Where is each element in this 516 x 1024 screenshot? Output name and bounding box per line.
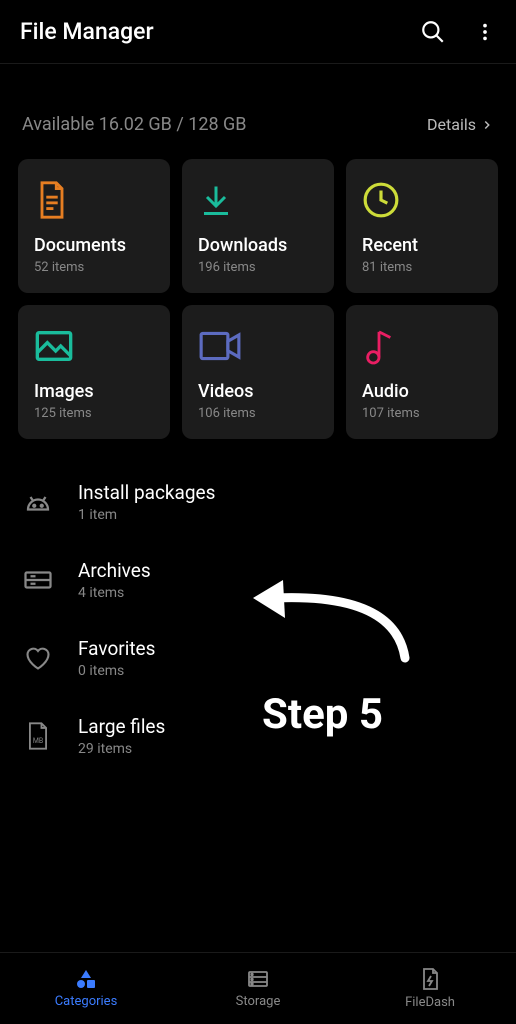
nav-label: Categories (55, 994, 118, 1009)
audio-icon (362, 325, 482, 367)
list-item-install-packages[interactable]: Install packages 1 item (0, 463, 516, 541)
list-item-subtitle: 29 items (78, 741, 165, 757)
video-icon (198, 325, 318, 367)
list-item-subtitle: 4 items (78, 585, 151, 601)
list-item-title: Install packages (78, 481, 215, 504)
header-actions (420, 19, 496, 45)
image-icon (34, 325, 154, 367)
list-item-title: Large files (78, 715, 165, 738)
nav-tab-categories[interactable]: Categories (0, 968, 172, 1009)
download-icon (198, 179, 318, 221)
filedash-icon (419, 967, 441, 991)
details-label: Details (427, 115, 476, 134)
list-item-title: Archives (78, 559, 151, 582)
search-icon (420, 19, 446, 45)
card-title: Videos (198, 381, 318, 402)
category-card-images[interactable]: Images 125 items (18, 305, 170, 439)
bottom-navigation: Categories Storage FileDash (0, 952, 516, 1024)
category-grid: Documents 52 items Downloads 196 items R… (0, 159, 516, 439)
card-subtitle: 196 items (198, 260, 318, 275)
list-item-favorites[interactable]: Favorites 0 items (0, 619, 516, 697)
file-mb-icon: MB (22, 721, 54, 751)
categories-icon (74, 968, 98, 990)
more-vertical-icon (474, 21, 496, 43)
card-title: Documents (34, 235, 154, 256)
more-button[interactable] (474, 21, 496, 43)
card-subtitle: 52 items (34, 260, 154, 275)
archive-icon (22, 569, 54, 591)
search-button[interactable] (420, 19, 446, 45)
category-card-audio[interactable]: Audio 107 items (346, 305, 498, 439)
list-item-large-files[interactable]: MB Large files 29 items (0, 697, 516, 775)
card-subtitle: 125 items (34, 406, 154, 421)
card-title: Downloads (198, 235, 318, 256)
storage-available-text: Available 16.02 GB / 128 GB (22, 114, 247, 135)
chevron-right-icon (480, 118, 494, 132)
nav-label: FileDash (405, 995, 455, 1010)
storage-icon (246, 968, 270, 990)
card-title: Images (34, 381, 154, 402)
document-icon (34, 179, 154, 221)
card-title: Recent (362, 235, 482, 256)
storage-details-link[interactable]: Details (427, 115, 494, 134)
list-item-subtitle: 0 items (78, 663, 155, 679)
svg-text:MB: MB (33, 737, 43, 745)
nav-tab-storage[interactable]: Storage (172, 968, 344, 1009)
list-item-archives[interactable]: Archives 4 items (0, 541, 516, 619)
app-header: File Manager (0, 0, 516, 64)
list-item-title: Favorites (78, 637, 155, 660)
app-title: File Manager (20, 18, 154, 45)
heart-icon (22, 645, 54, 671)
card-subtitle: 81 items (362, 260, 482, 275)
nav-label: Storage (236, 994, 281, 1009)
android-icon (22, 489, 54, 515)
category-card-downloads[interactable]: Downloads 196 items (182, 159, 334, 293)
nav-tab-filedash[interactable]: FileDash (344, 967, 516, 1010)
card-title: Audio (362, 381, 482, 402)
clock-icon (362, 179, 482, 221)
list-item-subtitle: 1 item (78, 507, 215, 523)
card-subtitle: 107 items (362, 406, 482, 421)
category-card-documents[interactable]: Documents 52 items (18, 159, 170, 293)
storage-info-row: Available 16.02 GB / 128 GB Details (0, 64, 516, 159)
category-card-recent[interactable]: Recent 81 items (346, 159, 498, 293)
category-list: Install packages 1 item Archives 4 items… (0, 439, 516, 775)
category-card-videos[interactable]: Videos 106 items (182, 305, 334, 439)
card-subtitle: 106 items (198, 406, 318, 421)
